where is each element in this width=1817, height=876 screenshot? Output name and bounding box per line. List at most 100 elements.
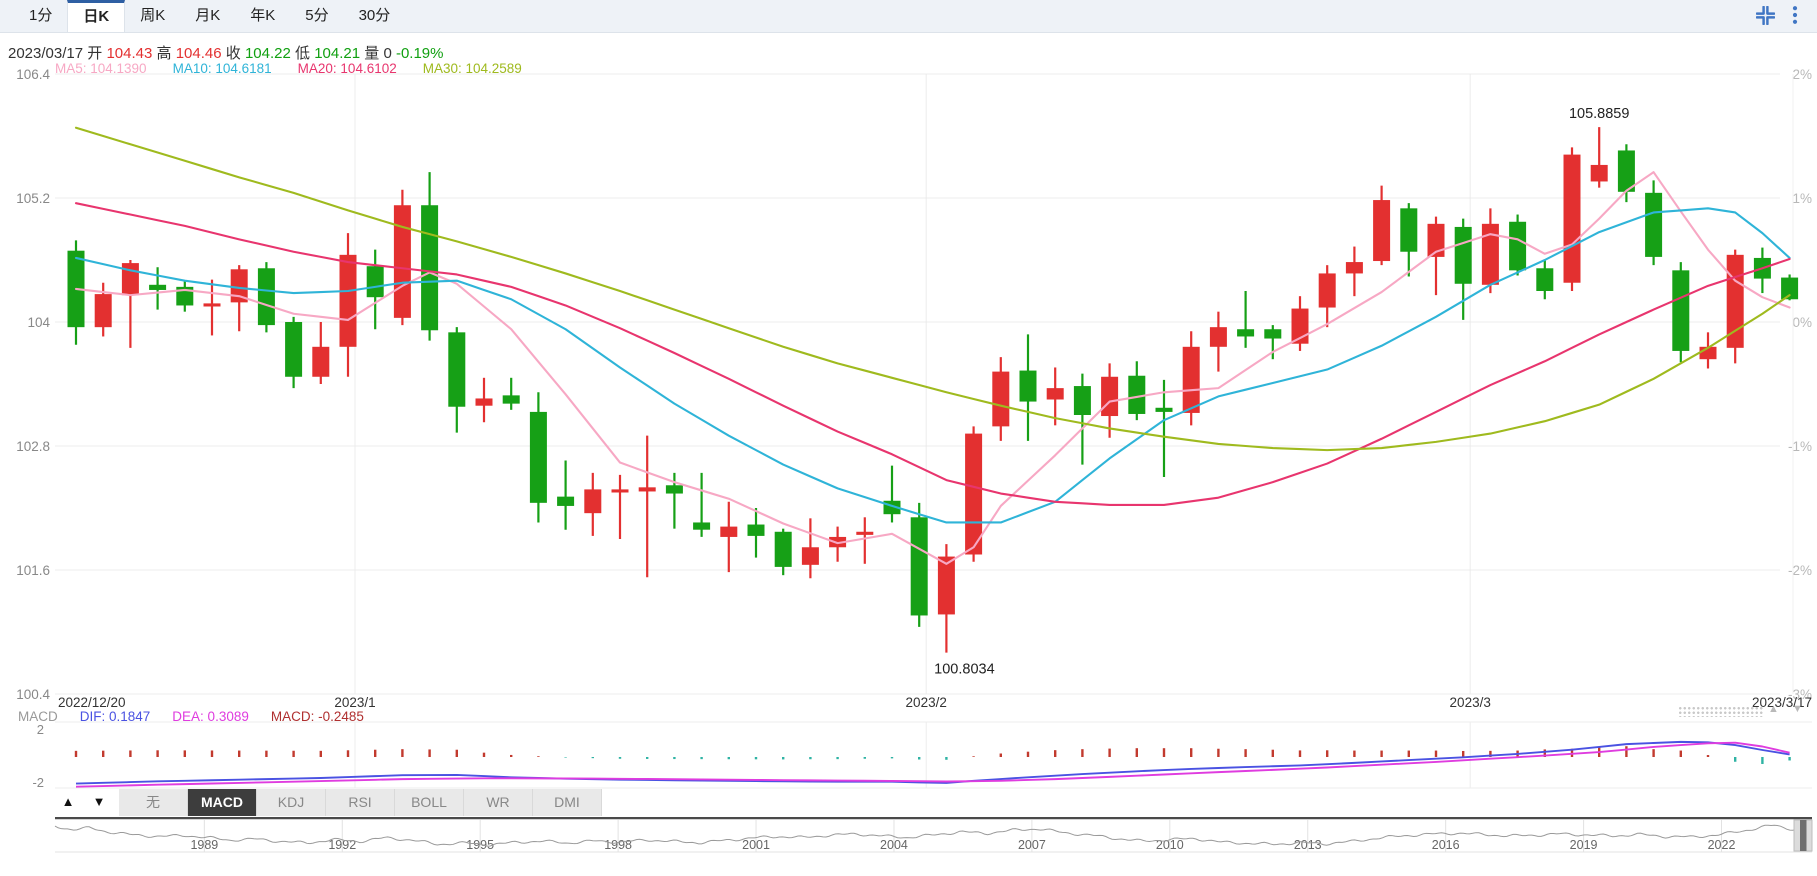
period-tab-3[interactable]: 周K [125, 0, 180, 32]
macd-legend-item: MACD: -0.2485 [270, 709, 364, 724]
ma-legend-item: MA5: 104.1390 [55, 61, 147, 76]
candle-body [94, 294, 112, 328]
candle-body [1536, 268, 1554, 291]
period-tab-5[interactable]: 年K [235, 0, 290, 32]
compress-icon[interactable] [1756, 5, 1775, 25]
ma-legend-item: MA20: 104.6102 [297, 61, 397, 76]
quote-summary-row: 2023/03/17 开 104.43 高 104.46 收 104.22 低 … [8, 45, 444, 62]
period-tab-1[interactable]: 1分 [14, 0, 67, 32]
candle-body [557, 496, 575, 506]
macd-legend-item: DIF: 0.1847 [79, 709, 151, 724]
candle-body [203, 303, 221, 307]
navigator-year-label: 1998 [604, 838, 632, 852]
candle-body [584, 489, 602, 514]
percent-axis-label: 0% [1792, 315, 1812, 330]
navigator-year-label: 2022 [1708, 838, 1736, 852]
candle-body [502, 395, 520, 404]
candle-body [992, 371, 1010, 427]
navigator-year-label: 2007 [1018, 838, 1046, 852]
macd-legend-item: DEA: 0.3089 [172, 709, 249, 724]
date-axis-label: 2023/1 [334, 695, 375, 710]
pane-up-button[interactable]: ▲ [55, 790, 81, 814]
ma-line-ma10 [74, 207, 1791, 524]
navigator-year-label: 1995 [466, 838, 494, 852]
candle-body [393, 205, 411, 318]
candle-body [638, 487, 656, 492]
candle-body [1373, 200, 1391, 262]
dif-line [75, 740, 1790, 785]
price-axis-label: 106.4 [16, 67, 50, 82]
candle-body [856, 531, 874, 535]
indicator-tab-wr[interactable]: WR [464, 789, 533, 816]
date-axis-label: 2023/2 [906, 695, 947, 710]
indicator-tab-kdj[interactable]: KDJ [257, 789, 326, 816]
price-axis-label: 104 [27, 315, 50, 330]
candle-body [421, 205, 439, 331]
kebab-menu-icon[interactable] [1791, 5, 1799, 25]
candle-body [339, 254, 357, 347]
period-tab-4[interactable]: 月K [180, 0, 235, 32]
candle-body [1454, 226, 1472, 284]
macd-legend-row: MACD DIF: 0.1847 DEA: 0.3089 MACD: -0.2485 [18, 709, 386, 724]
candle-body [1046, 388, 1064, 400]
period-tabs: 1分 日K 周K 月K 年K 5分 30分 [14, 0, 405, 32]
candle-body [448, 332, 466, 407]
price-axis-label: 102.8 [16, 439, 50, 454]
period-toolbar: 1分 日K 周K 月K 年K 5分 30分 [0, 0, 1817, 33]
indicator-tab-macd[interactable]: MACD [188, 789, 257, 816]
ma-line-ma30 [74, 126, 1791, 452]
period-tab-6[interactable]: 5分 [290, 0, 343, 32]
candle-body [1019, 370, 1037, 402]
candle-body [1101, 376, 1119, 417]
indicator-tabs: 无 MACD KDJ RSI BOLL WR DMI [119, 789, 602, 816]
navigator-year-label: 1989 [190, 838, 218, 852]
pane-down-button[interactable]: ▼ [86, 790, 112, 814]
candle-body [1182, 346, 1200, 413]
percent-axis-label: 1% [1792, 191, 1812, 206]
price-axis-label: 105.2 [16, 191, 50, 206]
ma-legend-item: MA10: 104.6181 [172, 61, 272, 76]
percent-axis-label: -2% [1788, 563, 1812, 578]
candle-body [1209, 327, 1227, 347]
candle-body [1645, 192, 1663, 257]
candle-body [1237, 329, 1255, 337]
indicator-tab-rsi[interactable]: RSI [326, 789, 395, 816]
indicator-tab-无[interactable]: 无 [119, 789, 188, 816]
collapse-up-icon[interactable]: ▲ [1768, 703, 1779, 715]
period-tab-2[interactable]: 日K [67, 0, 126, 32]
ma-line-ma5 [74, 171, 1791, 565]
navigator-year-label: 2016 [1432, 838, 1460, 852]
dea-line [75, 741, 1790, 788]
candle-body [747, 524, 765, 536]
indicator-tab-boll[interactable]: BOLL [395, 789, 464, 816]
collapse-down-icon[interactable]: ▼ [1792, 703, 1803, 715]
percent-axis-label: -1% [1788, 439, 1812, 454]
candle-body [1345, 262, 1363, 274]
quote-date: 2023/03/17 [8, 45, 84, 62]
candle-body [801, 547, 819, 565]
percent-axis-label: 2% [1792, 67, 1812, 82]
candle-body [611, 489, 629, 493]
indicator-bar: ▲ ▼ 无 MACD KDJ RSI BOLL WR DMI [0, 789, 1817, 817]
candle-body [720, 526, 738, 537]
pane-resize-handle[interactable] [1678, 706, 1764, 717]
candle-body [774, 531, 792, 567]
chart-canvas[interactable]: 106.4 2% 105.2 1% 104 0% 102.8 -1% 101.6 -2% 100.4… [0, 0, 1817, 876]
navigator-window-thumb[interactable] [1800, 820, 1807, 851]
candle-body [665, 485, 683, 494]
candle-body [1481, 223, 1499, 285]
macd-scale-bottom: -2 [32, 775, 44, 790]
date-axis-label: 2022/12/20 [58, 695, 126, 710]
candle-body [529, 411, 547, 503]
period-tab-7[interactable]: 30分 [344, 0, 406, 32]
candle-body [1509, 221, 1527, 271]
candle-body [475, 398, 493, 406]
candle-body [149, 284, 167, 290]
macd-pane-label: MACD [18, 709, 58, 724]
price-annotation: 105.8859 [1569, 106, 1629, 122]
candle-body [1400, 208, 1418, 252]
candle-body [1155, 407, 1173, 412]
indicator-tab-dmi[interactable]: DMI [533, 789, 602, 816]
candle-body [1073, 386, 1091, 415]
candle-body [1318, 273, 1336, 308]
